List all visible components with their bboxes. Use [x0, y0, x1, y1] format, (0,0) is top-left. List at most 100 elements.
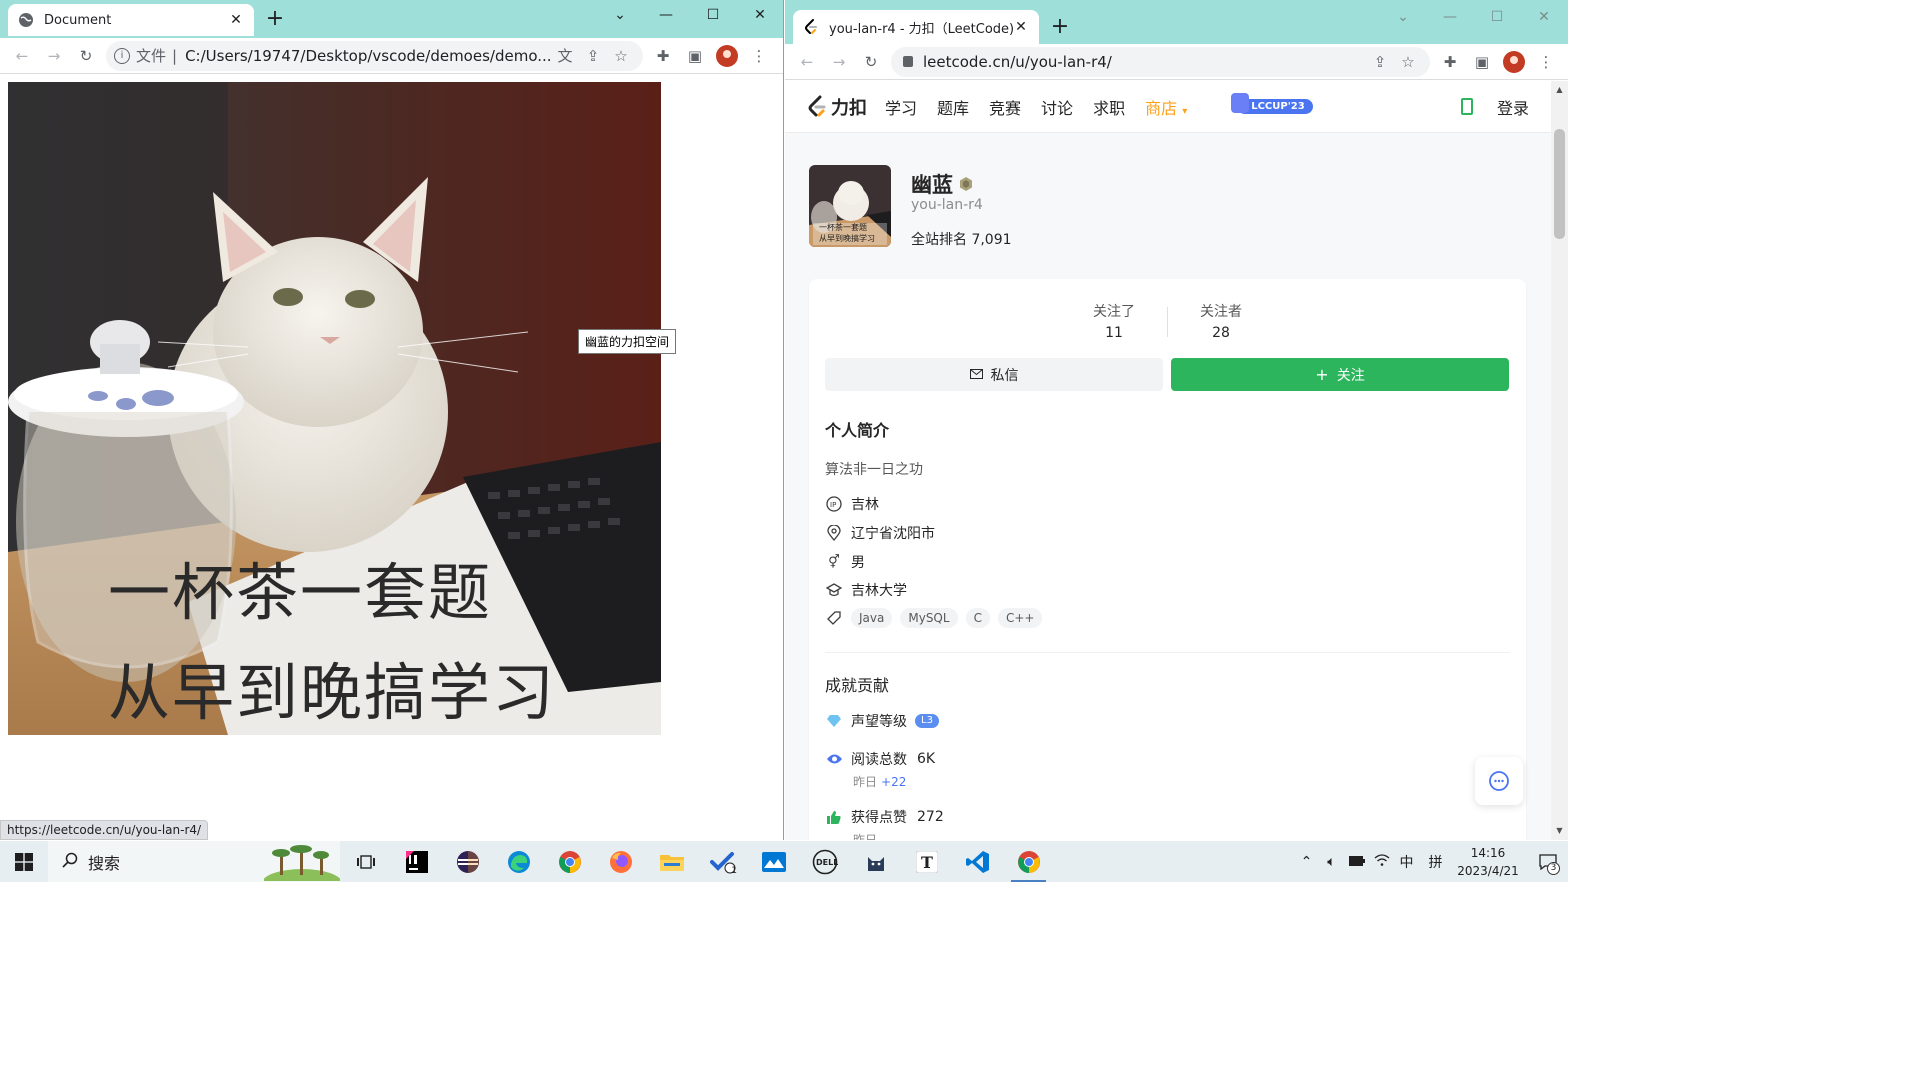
maximize-button[interactable]: ☐ — [1474, 2, 1520, 32]
vscode-icon[interactable] — [952, 841, 1003, 882]
nav-store[interactable]: 商店 ▾ — [1145, 95, 1187, 119]
profile-avatar[interactable] — [711, 40, 743, 72]
message-label: 私信 — [990, 367, 1019, 384]
following-value: 11 — [1105, 325, 1123, 341]
cat-app-icon[interactable] — [850, 841, 901, 882]
reload-icon[interactable]: ↻ — [855, 46, 887, 78]
dell-icon[interactable]: DELL — [799, 841, 850, 882]
reload-icon[interactable]: ↻ — [70, 40, 102, 72]
info-icon[interactable]: i — [114, 47, 130, 64]
menu-icon[interactable]: ⋮ — [1530, 46, 1562, 78]
skill-tag[interactable]: C — [965, 608, 990, 628]
login-link[interactable]: 登录 — [1497, 95, 1529, 119]
avatar-caption-1: 一杯茶一套题 — [819, 223, 867, 232]
translate-icon[interactable]: ⽂ — [551, 41, 579, 71]
follow-button[interactable]: + 关注 — [1171, 358, 1509, 391]
tab-document[interactable]: Document ✕ — [8, 4, 254, 36]
nav-jobs[interactable]: 求职 — [1093, 95, 1125, 119]
extensions-icon[interactable]: ✚ — [1434, 46, 1466, 78]
profile-handle: you-lan-r4 — [911, 197, 983, 213]
address-bar[interactable]: i 文件 | C:/Users/19747/Desktop/vscode/dem… — [106, 40, 643, 71]
sidepanel-icon[interactable]: ▣ — [1466, 46, 1498, 78]
menu-icon[interactable]: ⋮ — [743, 40, 775, 72]
task-view-icon[interactable] — [340, 841, 391, 882]
skill-tag[interactable]: C++ — [997, 608, 1043, 628]
volume-icon[interactable]: 🔈︎ — [1319, 854, 1344, 870]
location-icon — [825, 524, 843, 542]
close-tab-icon[interactable]: ✕ — [228, 12, 244, 28]
close-window-button[interactable]: ✕ — [737, 0, 783, 30]
tab-search-icon[interactable]: ⌄ — [597, 0, 643, 30]
taskbar-clock[interactable]: 14:16 2023/4/21 — [1448, 844, 1528, 880]
profile-avatar[interactable] — [1498, 46, 1530, 78]
back-icon[interactable]: ← — [791, 46, 823, 78]
typora-icon[interactable]: T — [901, 841, 952, 882]
tab-leetcode[interactable]: you-lan-r4 - 力扣（LeetCode) ✕ — [793, 10, 1039, 44]
minimize-button[interactable]: — — [643, 0, 689, 30]
back-icon[interactable]: ← — [6, 40, 38, 72]
nav-learn[interactable]: 学习 — [885, 95, 917, 119]
star-icon[interactable]: ☆ — [1394, 47, 1422, 77]
school-icon — [825, 581, 843, 599]
gender-icon: ⚥ — [828, 554, 840, 570]
info-tags: Java MySQL C C++ — [825, 608, 1050, 628]
skill-tag[interactable]: Java — [851, 608, 893, 628]
eclipse-icon[interactable] — [442, 841, 493, 882]
ime-language[interactable]: 中 — [1394, 852, 1419, 872]
lccup-badge[interactable]: LCCUP'23 — [1231, 93, 1313, 114]
leetcode-logo[interactable]: 力扣 — [807, 94, 867, 120]
star-icon[interactable]: ☆ — [607, 41, 635, 71]
close-window-button[interactable]: ✕ — [1521, 2, 1567, 32]
forward-icon[interactable]: → — [823, 46, 855, 78]
nav-problems[interactable]: 题库 — [937, 95, 969, 119]
chat-icon — [1489, 771, 1509, 791]
file-explorer-icon[interactable] — [646, 841, 697, 882]
profile-bio: 算法非一日之功 — [825, 462, 923, 478]
firefox-icon[interactable] — [595, 841, 646, 882]
lock-icon[interactable] — [903, 56, 913, 67]
reads-yesterday-label: 昨日 — [853, 775, 878, 789]
scrollbar-thumb[interactable] — [1554, 129, 1565, 239]
forward-icon[interactable]: → — [38, 40, 70, 72]
message-button[interactable]: 私信 — [825, 358, 1163, 391]
ime-mode[interactable]: 拼 — [1423, 852, 1448, 872]
maximize-button[interactable]: ☐ — [690, 0, 736, 30]
scroll-up-icon[interactable]: ▲ — [1551, 83, 1568, 97]
chrome-active-icon[interactable] — [1003, 841, 1054, 882]
phone-icon[interactable] — [1460, 98, 1473, 115]
globe-icon — [18, 12, 34, 28]
followers-stat[interactable]: 关注者 28 — [1168, 301, 1274, 341]
edge-icon[interactable] — [493, 841, 544, 882]
scroll-down-icon[interactable]: ▼ — [1551, 824, 1568, 838]
battery-icon[interactable] — [1344, 854, 1369, 870]
todo-icon[interactable]: 1 — [697, 841, 748, 882]
likes-yesterday-label: 昨日 — [853, 833, 878, 840]
nav-discuss[interactable]: 讨论 — [1041, 95, 1073, 119]
nav-contest[interactable]: 竞赛 — [989, 95, 1021, 119]
share-icon[interactable]: ⇪ — [579, 41, 607, 71]
sidepanel-icon[interactable]: ▣ — [679, 40, 711, 72]
notification-center-icon[interactable]: 3 — [1528, 841, 1568, 882]
tab-search-icon[interactable]: ⌄ — [1380, 2, 1426, 32]
close-tab-icon[interactable]: ✕ — [1013, 19, 1029, 35]
tray-expand-icon[interactable]: ⌃ — [1294, 854, 1319, 870]
intellij-icon[interactable] — [391, 841, 442, 882]
likes-label: 获得点赞 — [851, 810, 907, 826]
page-scrollbar[interactable]: ▲ ▼ — [1551, 81, 1568, 840]
reads-yesterday-delta: +22 — [881, 775, 907, 789]
address-bar[interactable]: leetcode.cn/u/you-lan-r4/ ⇪ ☆ — [891, 46, 1430, 77]
windows-start-icon[interactable] — [0, 841, 48, 882]
wifi-icon[interactable] — [1369, 853, 1394, 871]
new-tab-button[interactable]: + — [263, 7, 287, 31]
minimize-button[interactable]: — — [1427, 2, 1473, 32]
likes-row: 获得点赞 272 — [825, 807, 944, 827]
chat-button[interactable] — [1475, 757, 1523, 805]
new-tab-button[interactable]: + — [1048, 15, 1072, 39]
taskbar-search[interactable]: 搜索 — [48, 841, 340, 882]
share-icon[interactable]: ⇪ — [1366, 47, 1394, 77]
photos-icon[interactable] — [748, 841, 799, 882]
extensions-icon[interactable]: ✚ — [647, 40, 679, 72]
following-stat[interactable]: 关注了 11 — [1061, 301, 1167, 341]
skill-tag[interactable]: MySQL — [900, 608, 958, 628]
chrome-icon[interactable] — [544, 841, 595, 882]
